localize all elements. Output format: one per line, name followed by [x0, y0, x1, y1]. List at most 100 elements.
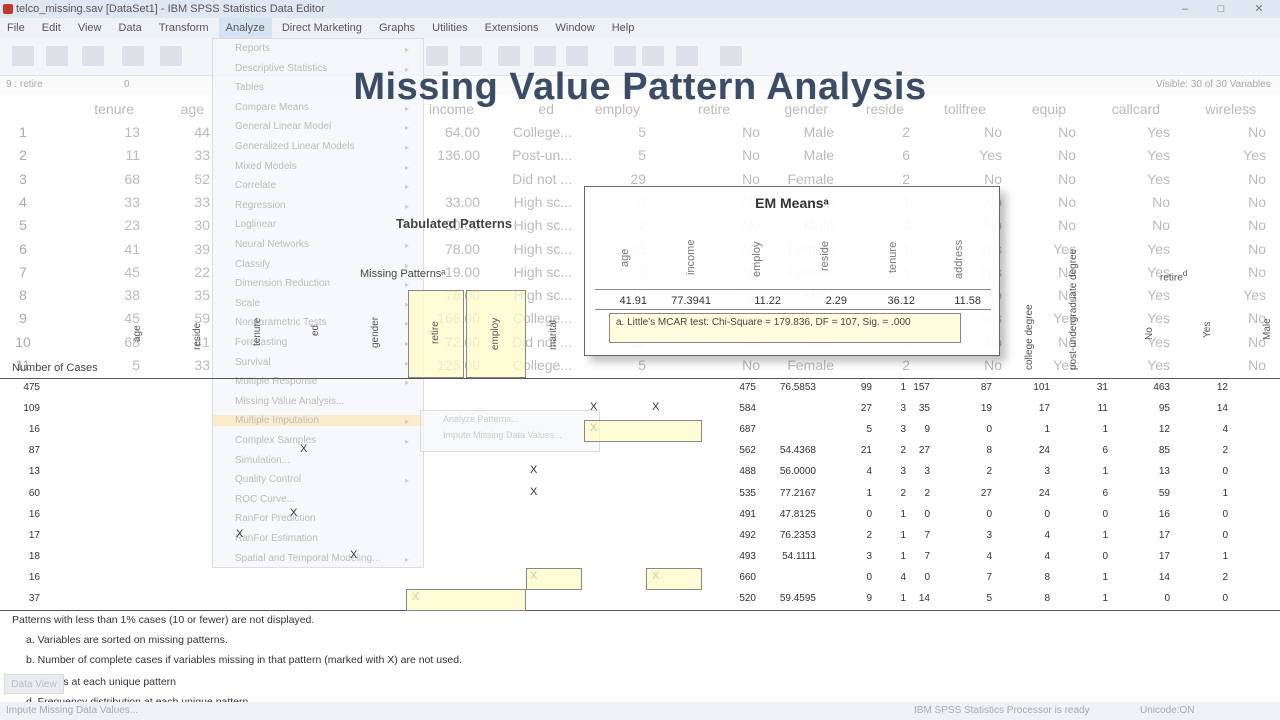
row-number[interactable]: 8 — [0, 287, 46, 303]
data-cell-equip[interactable]: No — [1000, 264, 1076, 280]
analyze-patterns-item[interactable]: Analyze Patterns... — [421, 411, 599, 427]
data-cell-wireless[interactable]: No — [1176, 171, 1266, 187]
data-cell-equip[interactable]: Yes — [1000, 241, 1076, 257]
row-number[interactable]: 2 — [0, 147, 46, 163]
data-cell-gender[interactable]: Female — [760, 357, 834, 373]
analyze-menu-item[interactable]: Mixed Models — [235, 161, 297, 172]
data-cell-tollfree[interactable]: No — [920, 357, 1002, 373]
data-cell-equip[interactable]: No — [1000, 287, 1076, 303]
data-cell-retire[interactable]: No — [664, 171, 760, 187]
data-cell-wireless[interactable]: No — [1176, 357, 1266, 373]
data-cell-age[interactable]: 39 — [140, 241, 210, 257]
data-cell-wireless[interactable]: No — [1176, 310, 1266, 326]
menu-window[interactable]: Window — [549, 18, 602, 38]
data-cell-age[interactable]: 33 — [140, 147, 210, 163]
row-number[interactable]: 7 — [0, 264, 46, 280]
data-cell-gender[interactable]: Female — [760, 171, 834, 187]
data-cell-equip[interactable]: No — [1000, 194, 1076, 210]
data-cell-callcard[interactable]: Yes — [1080, 124, 1170, 140]
analyze-menu-item[interactable]: Multiple Imputation — [213, 415, 423, 427]
data-cell-retire[interactable]: No — [664, 124, 760, 140]
analyze-menu-item[interactable]: Quality Control — [235, 474, 301, 485]
maximize-button[interactable]: □ — [1202, 0, 1240, 18]
print-icon[interactable] — [82, 46, 104, 66]
analyze-menu-item[interactable]: General Linear Model — [235, 121, 331, 132]
analyze-menu-item[interactable]: Spatial and Temporal Modeling... — [235, 553, 380, 564]
analyze-menu-item[interactable]: Dimension Reduction — [235, 278, 330, 289]
data-cell-ed[interactable]: High sc... — [490, 241, 572, 257]
analyze-menu-item[interactable]: RanFor Estimation — [235, 533, 318, 544]
data-cell-wireless[interactable]: No — [1176, 124, 1266, 140]
analyze-menu-item[interactable]: ROC Curve... — [235, 494, 295, 505]
data-cell-callcard[interactable]: Yes — [1080, 264, 1170, 280]
row-number[interactable]: 6 — [0, 241, 46, 257]
data-cell-tenure[interactable]: 68 — [70, 334, 140, 350]
data-cell-ed[interactable]: High sc... — [490, 264, 572, 280]
data-cell-ed[interactable]: Did not ... — [490, 171, 572, 187]
data-cell-wireless[interactable]: Yes — [1176, 147, 1266, 163]
analyze-menu-item[interactable]: Correlate — [235, 180, 276, 191]
data-cell-employ[interactable]: 29 — [574, 171, 646, 187]
data-cell-retire[interactable]: No — [664, 357, 760, 373]
impute-missing-data-values-item[interactable]: Impute Missing Data Values... — [421, 427, 599, 443]
data-cell-tenure[interactable]: 45 — [70, 310, 140, 326]
analyze-menu-item[interactable]: Scale — [235, 298, 260, 309]
insert-variable-icon[interactable] — [566, 46, 588, 66]
goto-case-icon[interactable] — [426, 46, 448, 66]
analyze-menu-item[interactable]: Loglinear — [235, 219, 276, 230]
data-cell-equip[interactable]: Yes — [1000, 357, 1076, 373]
data-cell-tenure[interactable]: 38 — [70, 287, 140, 303]
data-cell-employ[interactable]: 5 — [574, 147, 646, 163]
menu-file[interactable]: File — [0, 18, 32, 38]
data-cell-tollfree[interactable]: Yes — [920, 147, 1002, 163]
menu-edit[interactable]: Edit — [35, 18, 68, 38]
data-cell-wireless[interactable]: No — [1176, 194, 1266, 210]
data-cell-age[interactable]: 33 — [140, 357, 210, 373]
analyze-menu-item[interactable]: Survival — [235, 357, 271, 368]
data-cell-callcard[interactable]: Yes — [1080, 171, 1170, 187]
data-cell-callcard[interactable]: Yes — [1080, 241, 1170, 257]
menu-graphs[interactable]: Graphs — [372, 18, 422, 38]
data-cell-reside[interactable]: 6 — [840, 147, 910, 163]
menu-view[interactable]: View — [71, 18, 109, 38]
data-cell-wireless[interactable]: No — [1176, 217, 1266, 233]
data-cell-age[interactable]: 30 — [140, 217, 210, 233]
data-cell-equip[interactable]: Yes — [1000, 310, 1076, 326]
data-cell-tenure[interactable]: 33 — [70, 194, 140, 210]
data-cell-callcard[interactable]: No — [1080, 217, 1170, 233]
data-view-tab[interactable]: Data View — [4, 674, 64, 694]
analyze-menu-item[interactable]: Missing Value Analysis... — [235, 396, 344, 407]
data-cell-age[interactable]: 33 — [140, 194, 210, 210]
data-cell-callcard[interactable]: Yes — [1080, 287, 1170, 303]
data-cell-ed[interactable]: Post-un... — [490, 147, 572, 163]
close-button[interactable]: ✕ — [1240, 0, 1278, 18]
data-cell-tenure[interactable]: 11 — [70, 147, 140, 163]
abc-spell-icon[interactable] — [720, 46, 742, 66]
data-cell-reside[interactable]: 2 — [840, 124, 910, 140]
data-cell-tenure[interactable]: 45 — [70, 264, 140, 280]
analyze-menu-item[interactable]: RanFor Prediction — [235, 513, 316, 524]
data-cell-reside[interactable]: 2 — [840, 357, 910, 373]
data-cell-tenure[interactable]: 41 — [70, 241, 140, 257]
dialog-recall-icon[interactable] — [122, 46, 144, 66]
data-cell-gender[interactable]: Male — [760, 124, 834, 140]
menu-transform[interactable]: Transform — [152, 18, 216, 38]
value-labels-icon[interactable] — [614, 46, 636, 66]
open-icon[interactable] — [12, 46, 34, 66]
menu-help[interactable]: Help — [605, 18, 642, 38]
data-cell-callcard[interactable]: Yes — [1080, 147, 1170, 163]
data-cell-tenure[interactable]: 68 — [70, 171, 140, 187]
data-cell-equip[interactable]: No — [1000, 147, 1076, 163]
row-number[interactable]: 3 — [0, 171, 46, 187]
data-cell-retire[interactable]: No — [664, 147, 760, 163]
split-file-icon[interactable] — [642, 46, 664, 66]
menu-analyze[interactable]: Analyze — [218, 18, 272, 38]
data-cell-ed[interactable]: College... — [490, 124, 572, 140]
analyze-menu-item[interactable]: Classify — [235, 259, 270, 270]
minimize-button[interactable]: – — [1166, 0, 1204, 18]
data-cell-wireless[interactable]: Yes — [1176, 287, 1266, 303]
undo-icon[interactable] — [160, 46, 182, 66]
data-cell-callcard[interactable]: No — [1080, 194, 1170, 210]
data-cell-age[interactable]: 35 — [140, 287, 210, 303]
row-number[interactable]: 1 — [0, 124, 46, 140]
